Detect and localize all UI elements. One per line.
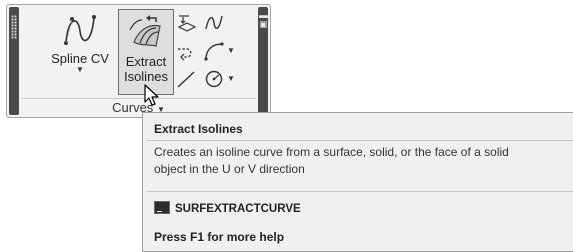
- project-geometry-icon[interactable]: [175, 13, 197, 33]
- spline-cv-label: Spline CV: [51, 51, 109, 66]
- tooltip-command: SURFEXTRACTCURVE: [154, 201, 301, 215]
- command-line-icon: [154, 201, 170, 214]
- tooltip-description: Creates an isoline curve from a surface,…: [154, 144, 573, 178]
- mouse-cursor-icon: [144, 84, 159, 106]
- extract-isolines-label-line2: Isolines: [123, 69, 169, 84]
- fillet-arc-icon[interactable]: [203, 41, 225, 61]
- tooltip-command-name: SURFEXTRACTCURVE: [175, 203, 301, 215]
- offset-curve-icon[interactable]: [175, 41, 197, 61]
- tooltip-help: Press F1 for more help: [154, 230, 285, 244]
- tooltip-title: Extract Isolines: [154, 122, 243, 136]
- blend-curve-icon[interactable]: [203, 13, 225, 33]
- extract-isolines-label-line1: Extract: [125, 54, 167, 69]
- chevron-down-icon[interactable]: ▼: [227, 74, 235, 83]
- tooltip-description-line1: Creates an isoline curve from a surface,…: [154, 145, 509, 159]
- panel-grip-left[interactable]: [9, 7, 19, 115]
- pin-icon[interactable]: ▬ ▣: [259, 11, 268, 31]
- line-icon[interactable]: [175, 69, 197, 89]
- spline-cv-button[interactable]: Spline CV ▼: [43, 11, 117, 74]
- curves-ribbon-panel: ▬ ▣ Spline CV ▼ Extract Isolines ▼ ▼ Cur…: [6, 4, 271, 118]
- chevron-down-icon[interactable]: ▼: [227, 46, 235, 55]
- tooltip-divider: [147, 140, 573, 141]
- tooltip-description-line2: object in the U or V direction: [154, 162, 305, 176]
- circle-icon[interactable]: [203, 69, 225, 89]
- extract-isolines-button[interactable]: Extract Isolines: [118, 9, 174, 95]
- chevron-down-icon[interactable]: ▼: [43, 66, 117, 74]
- tooltip: Extract Isolines Creates an isoline curv…: [142, 112, 573, 252]
- tooltip-divider: [147, 191, 573, 192]
- spline-cv-icon: [64, 15, 96, 45]
- panel-grip-right[interactable]: ▬ ▣: [258, 7, 268, 115]
- extract-isolines-icon: [129, 15, 161, 47]
- small-tools-grid: ▼ ▼: [175, 13, 255, 93]
